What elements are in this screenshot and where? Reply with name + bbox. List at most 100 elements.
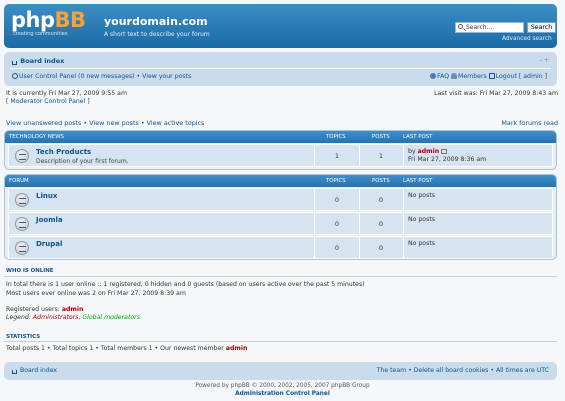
search-button[interactable]: Search (527, 22, 556, 33)
forum-row: Joomla 0 0 No posts (8, 212, 553, 235)
col-posts: Posts (372, 134, 390, 140)
logout-label: Logout [ admin ] (495, 73, 547, 80)
category-title[interactable]: Forum (9, 178, 29, 184)
column-divider (314, 237, 315, 258)
col-last-post: Last post (403, 178, 433, 184)
navbar: Board index – + User Control Panel (0 ne… (4, 52, 557, 86)
board-index-link[interactable]: Board index (12, 57, 64, 65)
column-divider (359, 237, 360, 258)
logout-icon (488, 73, 495, 79)
section-divider (4, 341, 557, 342)
view-latest-post-icon[interactable] (441, 149, 448, 154)
category-title[interactable]: Technology News (9, 134, 64, 140)
online-user-link[interactable]: admin (62, 306, 84, 313)
posts-count: 0 (379, 197, 383, 204)
newest-member-link[interactable]: admin (226, 345, 248, 352)
last-post-cell: by admin Fri Mar 27, 2009 8:36 am (403, 145, 552, 166)
forum-description: Description of your first forum. (36, 158, 129, 165)
no-posts-text: No posts (408, 216, 435, 223)
copyright: Powered by phpBB © 2000, 2002, 2005, 200… (195, 383, 370, 389)
last-visit: Last visit was: Fri Mar 27, 2009 8:43 am (434, 90, 558, 97)
who-is-online-title[interactable]: Who is online (6, 268, 53, 274)
logo-word-accent: BB (54, 8, 87, 32)
footer-board-index-link[interactable]: Board index (12, 367, 57, 374)
phpbb-logo[interactable]: phpBB creating communities (11, 7, 95, 44)
registered-users-label: Registered users: (6, 306, 60, 313)
forum-row: Drupal 0 0 No posts (8, 236, 553, 259)
col-topics: Topics (326, 134, 346, 140)
topics-count: 0 (335, 245, 339, 252)
col-posts: Posts (372, 178, 390, 184)
user-icon (12, 73, 18, 79)
last-post-cell: No posts (403, 189, 552, 210)
legend-administrators-link[interactable]: Administrators (33, 314, 79, 321)
forum-read-icon (15, 193, 29, 207)
site-description: A short text to describe your forum (104, 31, 210, 38)
no-posts-text: No posts (408, 240, 435, 247)
ucp-label: User Control Panel (0 new messages) • Vi… (19, 73, 192, 80)
moderator-control-panel-link[interactable]: [ Moderator Control Panel ] (6, 98, 127, 106)
faq-icon (430, 73, 437, 79)
board-index-label: Board index (20, 57, 65, 65)
forum-link[interactable]: Joomla (36, 216, 63, 224)
advanced-search-link[interactable]: Advanced search (502, 36, 552, 42)
navbar-divider (10, 68, 551, 69)
footer-links[interactable]: The team • Delete all board cookies • Al… (377, 367, 549, 374)
forum-link[interactable]: Linux (36, 192, 57, 200)
category-technology-news: Technology News Topics Posts Last post T… (4, 130, 557, 170)
registered-users: Registered users: admin (6, 306, 83, 313)
topics-count: 0 (335, 197, 339, 204)
admin-control-panel-link[interactable]: Administration Control Panel (0, 391, 565, 397)
members-link[interactable]: Members (451, 73, 487, 80)
search-placeholder: Search… (466, 24, 493, 31)
forum-link[interactable]: Drupal (36, 240, 62, 248)
category-forum: Forum Topics Posts Last post Linux 0 0 N… (4, 174, 557, 260)
no-posts-text: No posts (408, 192, 435, 199)
category-header: Technology News Topics Posts Last post (5, 131, 556, 143)
posts-count: 1 (379, 153, 383, 160)
column-divider (359, 145, 360, 166)
forum-row: Linux 0 0 No posts (8, 188, 553, 211)
most-users-online: Most users ever online was 2 on Fri Mar … (6, 290, 186, 297)
column-divider (359, 213, 360, 234)
column-divider (359, 189, 360, 210)
statistics-line: Total posts 1 • Total topics 1 • Total m… (6, 345, 247, 352)
section-divider (4, 276, 557, 277)
forum-row: Tech Products Description of your first … (8, 144, 553, 167)
posts-count: 0 (379, 245, 383, 252)
col-topics: Topics (326, 178, 346, 184)
members-icon (451, 73, 458, 79)
site-header: phpBB creating communities yourdomain.co… (4, 4, 557, 48)
legend-global-moderators-link[interactable]: Global moderators (82, 314, 140, 321)
faq-label: FAQ (437, 73, 450, 80)
site-title[interactable]: yourdomain.com (104, 15, 208, 28)
last-post-by: by (408, 148, 416, 155)
last-post-cell: No posts (403, 213, 552, 234)
category-header: Forum Topics Posts Last post (5, 175, 556, 187)
statistics-text: Total posts 1 • Total topics 1 • Total m… (6, 345, 224, 352)
current-time: It is currently Fri Mar 27, 2009 9:55 am (6, 90, 127, 97)
navbar-right-links: FAQ Members Logout [ admin ] (430, 73, 547, 80)
column-divider (314, 189, 315, 210)
search-icon (458, 24, 463, 29)
last-post-author[interactable]: admin (418, 148, 440, 155)
mark-forums-read-link[interactable]: Mark forums read (501, 119, 558, 127)
time-info: It is currently Fri Mar 27, 2009 9:55 am… (6, 90, 127, 106)
last-post-cell: No posts (403, 237, 552, 258)
forum-link[interactable]: Tech Products (36, 148, 91, 156)
search-input[interactable]: Search… (455, 22, 524, 33)
font-size-control[interactable]: – + (539, 57, 549, 64)
topics-count: 0 (335, 221, 339, 228)
topics-count: 1 (335, 153, 339, 160)
user-control-panel-link[interactable]: User Control Panel (0 new messages) • Vi… (12, 73, 191, 80)
column-divider (314, 213, 315, 234)
column-divider (314, 145, 315, 166)
view-posts-links[interactable]: View unanswered posts • View new posts •… (6, 119, 204, 127)
faq-link[interactable]: FAQ (430, 73, 449, 80)
forum-read-icon (15, 149, 29, 163)
logo-word: php (11, 8, 55, 32)
legend: Legend: Administrators, Global moderator… (6, 314, 140, 321)
legend-label: Legend: (6, 314, 31, 321)
posts-count: 0 (379, 221, 383, 228)
logout-link[interactable]: Logout [ admin ] (488, 73, 547, 80)
